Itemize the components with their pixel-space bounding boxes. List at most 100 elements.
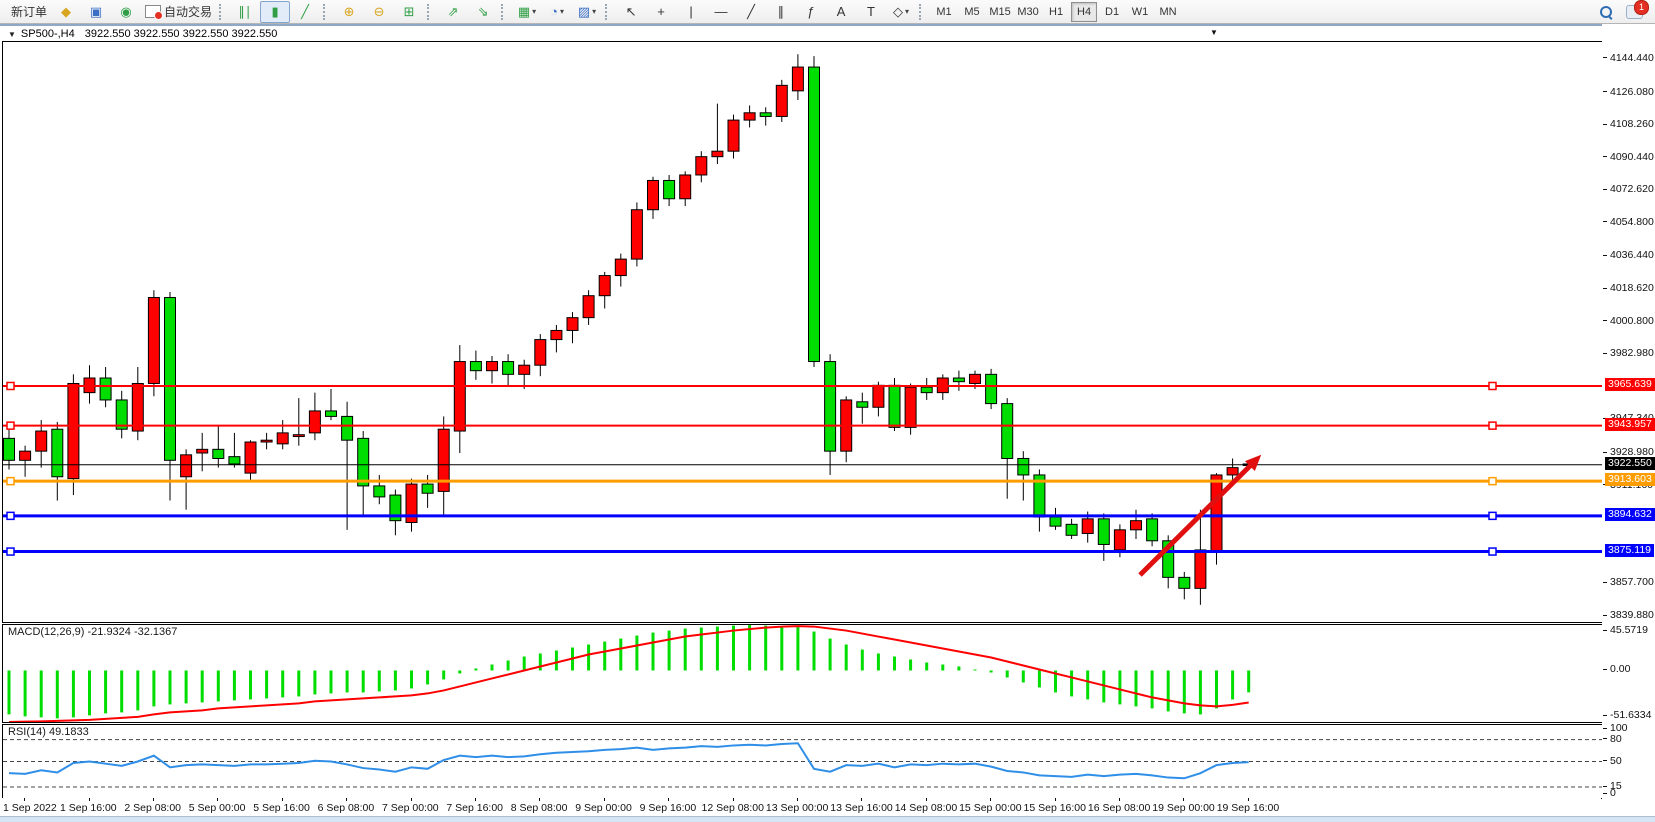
candle-body bbox=[100, 378, 111, 400]
templates-button[interactable]: ▨▾ bbox=[572, 1, 602, 23]
trendline-button[interactable]: ╱ bbox=[736, 1, 766, 23]
line-anchor-marker[interactable] bbox=[7, 548, 14, 555]
toolbar-grip bbox=[427, 4, 433, 20]
candle-body bbox=[889, 385, 900, 427]
price-axis-tick bbox=[1603, 221, 1607, 222]
window-menu-icon[interactable]: ▼ bbox=[8, 30, 16, 39]
price-axis-tick bbox=[1603, 189, 1607, 190]
macd-axis-tick bbox=[1603, 669, 1607, 670]
zoom-out-button[interactable]: ⊖ bbox=[364, 1, 394, 23]
rsi-indicator-pane[interactable]: RSI(14) 49.1833 bbox=[2, 724, 1603, 799]
timeframe-button-h4[interactable]: H4 bbox=[1071, 2, 1097, 22]
time-axis-label: 15 Sep 16:00 bbox=[1024, 802, 1086, 814]
line-anchor-marker[interactable] bbox=[1489, 382, 1496, 389]
rsi-canvas[interactable] bbox=[3, 725, 1602, 798]
zoom-in-button[interactable]: ⊕ bbox=[334, 1, 364, 23]
price-axis-label: 4036.440 bbox=[1610, 249, 1654, 261]
candle-body bbox=[487, 362, 498, 371]
price-axis-tick bbox=[1603, 91, 1607, 92]
vertical-line-button[interactable]: | bbox=[676, 1, 706, 23]
time-axis-label: 9 Sep 00:00 bbox=[575, 802, 632, 814]
candle-body bbox=[309, 411, 320, 433]
time-axis-label: 7 Sep 16:00 bbox=[446, 802, 503, 814]
cursor-tool-button[interactable]: ↖ bbox=[616, 1, 646, 23]
candle-body bbox=[1147, 519, 1158, 541]
window-top-edge bbox=[0, 24, 1655, 26]
channel-button[interactable]: ∥ bbox=[766, 1, 796, 23]
time-axis[interactable]: 1 Sep 20221 Sep 16:002 Sep 08:005 Sep 00… bbox=[2, 798, 1601, 816]
price-chart-canvas[interactable] bbox=[3, 42, 1602, 622]
line-anchor-marker[interactable] bbox=[1489, 478, 1496, 485]
search-icon[interactable] bbox=[1600, 6, 1612, 18]
timeframe-button-mn[interactable]: MN bbox=[1155, 2, 1181, 22]
line-anchor-marker[interactable] bbox=[7, 512, 14, 519]
timeframe-button-m30[interactable]: M30 bbox=[1015, 2, 1041, 22]
new-order-button[interactable]: 新订单 bbox=[4, 1, 51, 23]
navigator-button[interactable]: ◉ bbox=[111, 1, 141, 23]
rsi-value: 49.1833 bbox=[49, 726, 89, 738]
bar-chart-button[interactable]: ∥∣ bbox=[230, 1, 260, 23]
price-axis-tick bbox=[1603, 255, 1607, 256]
time-axis-tick bbox=[1119, 798, 1120, 801]
chart-shift-button[interactable]: ⇘ bbox=[468, 1, 498, 23]
line-anchor-marker[interactable] bbox=[1489, 548, 1496, 555]
candlestick-chart-button[interactable]: ▮ bbox=[260, 1, 290, 23]
rsi-axis-label: 80 bbox=[1610, 733, 1622, 745]
price-axis-tick bbox=[1603, 582, 1607, 583]
time-axis-label: 1 Sep 16:00 bbox=[60, 802, 117, 814]
timeframes-menu-button[interactable]: ◔▾ bbox=[542, 1, 572, 23]
line-chart-button[interactable]: ╱ bbox=[290, 1, 320, 23]
rsi-axis-tick bbox=[1603, 728, 1607, 729]
macd-indicator-pane[interactable]: MACD(12,26,9) -21.9324 -32.1367 bbox=[2, 624, 1603, 723]
price-level-badge: 3894.632 bbox=[1605, 508, 1655, 521]
timeframe-button-h1[interactable]: H1 bbox=[1043, 2, 1069, 22]
horizontal-line-button[interactable]: — bbox=[706, 1, 736, 23]
candle-body bbox=[470, 362, 481, 371]
price-chart-pane[interactable] bbox=[2, 41, 1603, 623]
line-anchor-marker[interactable] bbox=[7, 422, 14, 429]
timeframe-button-m1[interactable]: M1 bbox=[931, 2, 957, 22]
chart-context-icon[interactable]: ▼ bbox=[1210, 28, 1218, 37]
toolbar-grip bbox=[919, 4, 925, 20]
rsi-axis-tick bbox=[1603, 738, 1607, 739]
fibonacci-button[interactable]: ƒ bbox=[796, 1, 826, 23]
candle-body bbox=[213, 449, 224, 458]
autotrading-button[interactable]: 自动交易 bbox=[141, 1, 216, 23]
text-label-button[interactable]: T bbox=[856, 1, 886, 23]
crosshair-tool-button[interactable]: + bbox=[646, 1, 676, 23]
line-anchor-marker[interactable] bbox=[7, 478, 14, 485]
text-button[interactable]: A bbox=[826, 1, 856, 23]
market-watch-icon: ◆ bbox=[61, 5, 71, 18]
time-axis-label: 19 Sep 00:00 bbox=[1152, 802, 1214, 814]
timeframe-button-d1[interactable]: D1 bbox=[1099, 2, 1125, 22]
timeframe-button-w1[interactable]: W1 bbox=[1127, 2, 1153, 22]
macd-canvas[interactable] bbox=[3, 625, 1602, 722]
macd-label: MACD(12,26,9) -21.9324 -32.1367 bbox=[8, 626, 177, 638]
arrows-button[interactable]: ◇▾ bbox=[886, 1, 916, 23]
market-watch-button[interactable]: ◆ bbox=[51, 1, 81, 23]
arrows-icon: ◇ bbox=[893, 5, 903, 18]
price-axis-column[interactable]: 4144.4404126.0804108.2604090.4404072.620… bbox=[1602, 24, 1655, 816]
toolbar-grip bbox=[219, 4, 225, 20]
candle-body bbox=[953, 378, 964, 382]
chart-title-row: ▼ SP500-,H4 3922.550 3922.550 3922.550 3… bbox=[2, 27, 1652, 41]
line-anchor-marker[interactable] bbox=[7, 382, 14, 389]
data-window-button[interactable]: ▣ bbox=[81, 1, 111, 23]
candle-body bbox=[293, 435, 304, 437]
line-anchor-marker[interactable] bbox=[1489, 512, 1496, 519]
notifications-bubble-icon[interactable]: 1 bbox=[1626, 5, 1643, 19]
line-anchor-marker[interactable] bbox=[1489, 422, 1496, 429]
candle-body bbox=[229, 457, 240, 464]
timeframe-button-m5[interactable]: M5 bbox=[959, 2, 985, 22]
period-icon: ⇘ bbox=[478, 5, 489, 18]
timeframe-button-m15[interactable]: M15 bbox=[987, 2, 1013, 22]
indicators-list-button[interactable]: ▦▾ bbox=[512, 1, 542, 23]
macd-axis-tick bbox=[1603, 715, 1607, 716]
rsi-axis-tick bbox=[1603, 793, 1607, 794]
candle-body bbox=[599, 276, 610, 296]
candle-body bbox=[873, 385, 884, 407]
tile-windows-button[interactable]: ⊞ bbox=[394, 1, 424, 23]
price-axis-label: 4000.800 bbox=[1610, 315, 1654, 327]
candle-body bbox=[181, 455, 192, 477]
auto-scroll-button[interactable]: ⇗ bbox=[438, 1, 468, 23]
